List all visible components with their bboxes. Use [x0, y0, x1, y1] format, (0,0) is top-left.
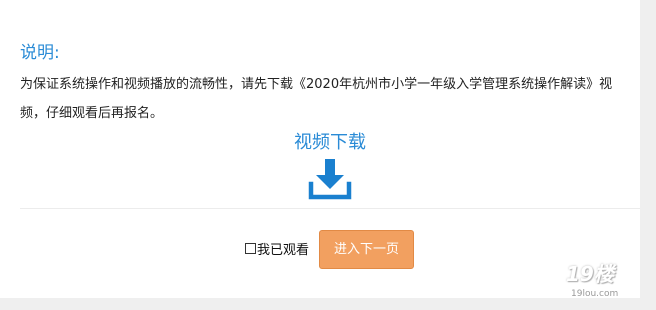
watched-checkbox[interactable]: [245, 242, 256, 254]
notice-text: 为保证系统操作和视频播放的流畅性，请先下载《2020年杭州市小学一年级入学管理系…: [20, 77, 613, 121]
watched-checkbox-label[interactable]: 我已观看: [257, 239, 309, 258]
watched-confirm: 我已观看: [245, 238, 309, 258]
watermark-brand: 19楼: [566, 262, 614, 286]
notice-title: 说明:: [20, 43, 60, 63]
download-icon: [308, 159, 352, 200]
next-page-button[interactable]: 进入下一页: [319, 230, 414, 269]
page-background-bottom: [0, 298, 656, 310]
video-download-link[interactable]: 视频下载: [270, 130, 390, 202]
watermark-url: 19lou.com: [571, 289, 619, 299]
page-background-right: [640, 0, 656, 310]
notice-panel: 说明: 为保证系统操作和视频播放的流畅性，请先下载《2020年杭州市小学一年级入…: [0, 0, 640, 298]
watermark-logo: 19楼 19lou.com: [566, 258, 636, 306]
divider: [20, 208, 640, 209]
video-download-label: 视频下载: [294, 132, 366, 153]
